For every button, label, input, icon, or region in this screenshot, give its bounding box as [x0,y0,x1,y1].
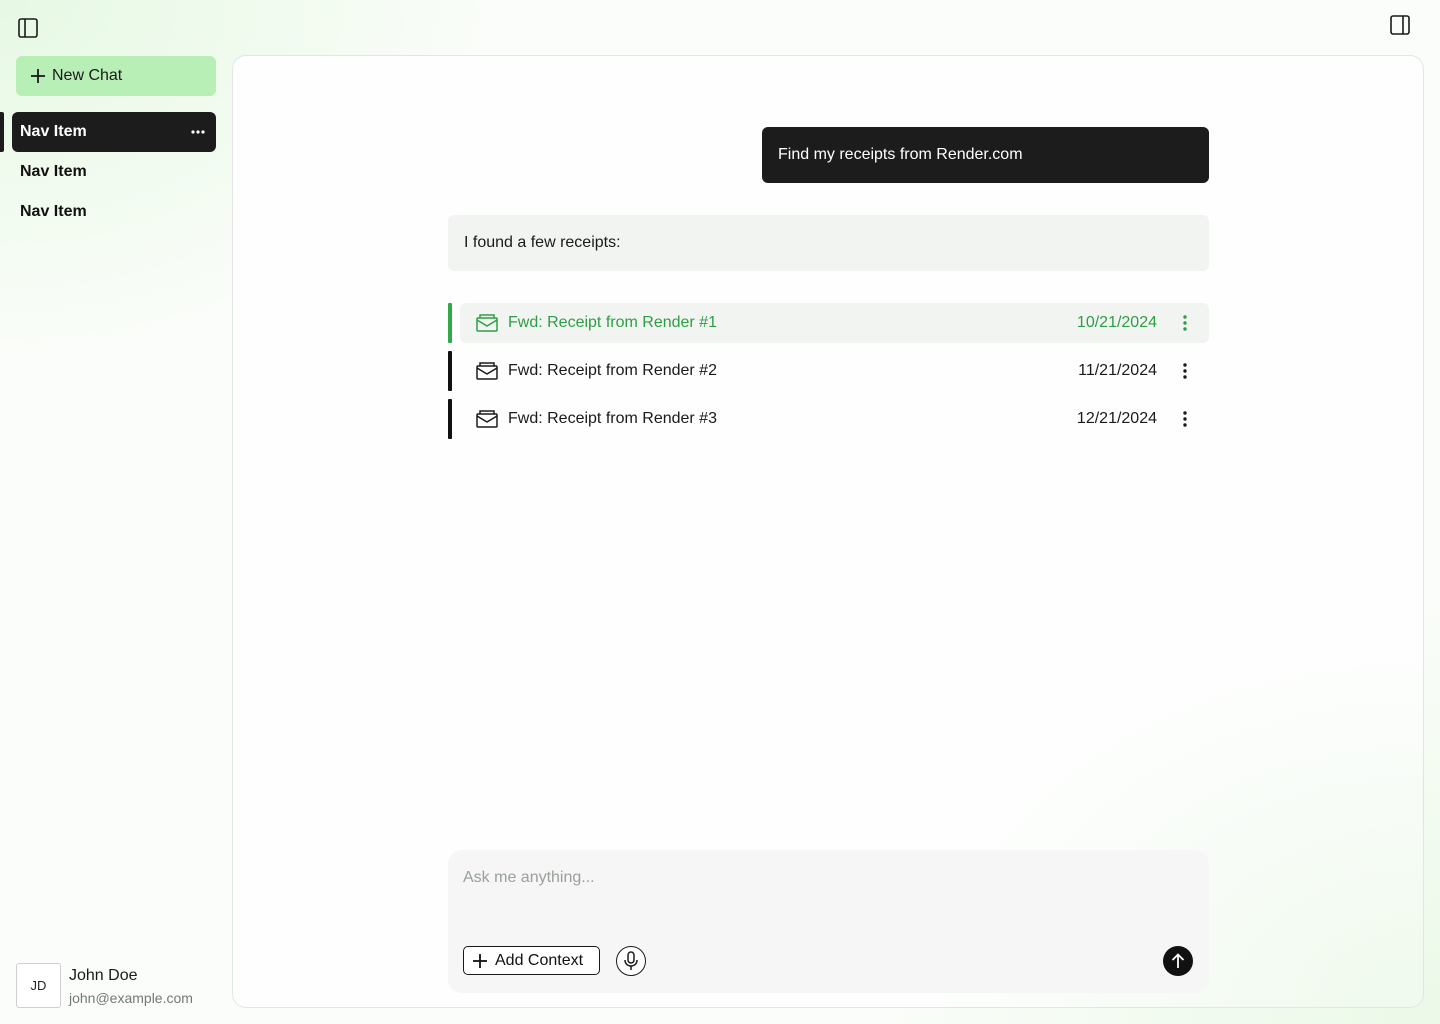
receipt-date: 11/21/2024 [1078,362,1157,379]
plus-icon [473,953,487,968]
mail-icon [476,314,498,332]
more-vertical-icon[interactable] [1175,313,1195,333]
user-profile[interactable]: JD John Doe john@example.com [16,963,193,1008]
sidebar-item-label: Nav Item [20,203,87,220]
mail-icon [476,410,498,428]
more-vertical-icon[interactable] [1175,361,1195,381]
arrow-up-icon [1171,953,1185,968]
receipt-indicator [448,303,452,343]
avatar: JD [16,963,61,1008]
toggle-right-panel-button[interactable] [1388,13,1412,37]
receipt-item[interactable]: Fwd: Receipt from Render #3 12/21/2024 [448,399,1209,439]
receipt-title: Fwd: Receipt from Render #2 [508,362,717,379]
user-email: john@example.com [69,990,193,1006]
user-name: John Doe [69,967,138,984]
sidebar: New Chat Nav Item Nav Item Nav Item JD J… [0,0,232,1024]
sidebar-right-icon [1390,15,1410,35]
new-chat-label: New Chat [52,67,123,84]
user-message: Find my receipts from Render.com [762,127,1209,183]
chat-panel: Find my receipts from Render.com I found… [232,55,1424,1008]
receipt-title: Fwd: Receipt from Render #3 [508,410,717,427]
receipt-item[interactable]: Fwd: Receipt from Render #1 10/21/2024 [448,303,1209,343]
send-button[interactable] [1163,946,1193,976]
plus-icon [31,69,45,83]
sidebar-item-3[interactable]: Nav Item [12,192,216,232]
new-chat-button[interactable]: New Chat [16,56,216,96]
sidebar-item-label: Nav Item [20,163,87,180]
sidebar-item-label: Nav Item [20,123,87,140]
receipt-date: 12/21/2024 [1076,410,1157,427]
message-input[interactable] [463,867,1163,889]
mail-icon [476,362,498,380]
user-message-text: Find my receipts from Render.com [778,146,1023,163]
receipt-title: Fwd: Receipt from Render #1 [508,314,717,331]
receipt-indicator [448,351,452,391]
assistant-message: I found a few receipts: [448,215,1209,271]
microphone-button[interactable] [616,946,646,976]
sidebar-item-2[interactable]: Nav Item [12,152,216,192]
receipt-item[interactable]: Fwd: Receipt from Render #2 11/21/2024 [448,351,1209,391]
receipt-date: 10/21/2024 [1076,314,1157,331]
active-nav-indicator [0,112,4,152]
more-vertical-icon[interactable] [1175,409,1195,429]
sidebar-item-1[interactable]: Nav Item [12,112,216,152]
message-composer: Add Context [448,850,1209,993]
assistant-message-text: I found a few receipts: [464,234,621,251]
add-context-label: Add Context [495,951,584,969]
add-context-button[interactable]: Add Context [463,946,600,975]
receipt-indicator [448,399,452,439]
more-horizontal-icon[interactable] [190,124,206,140]
microphone-icon [624,951,638,970]
